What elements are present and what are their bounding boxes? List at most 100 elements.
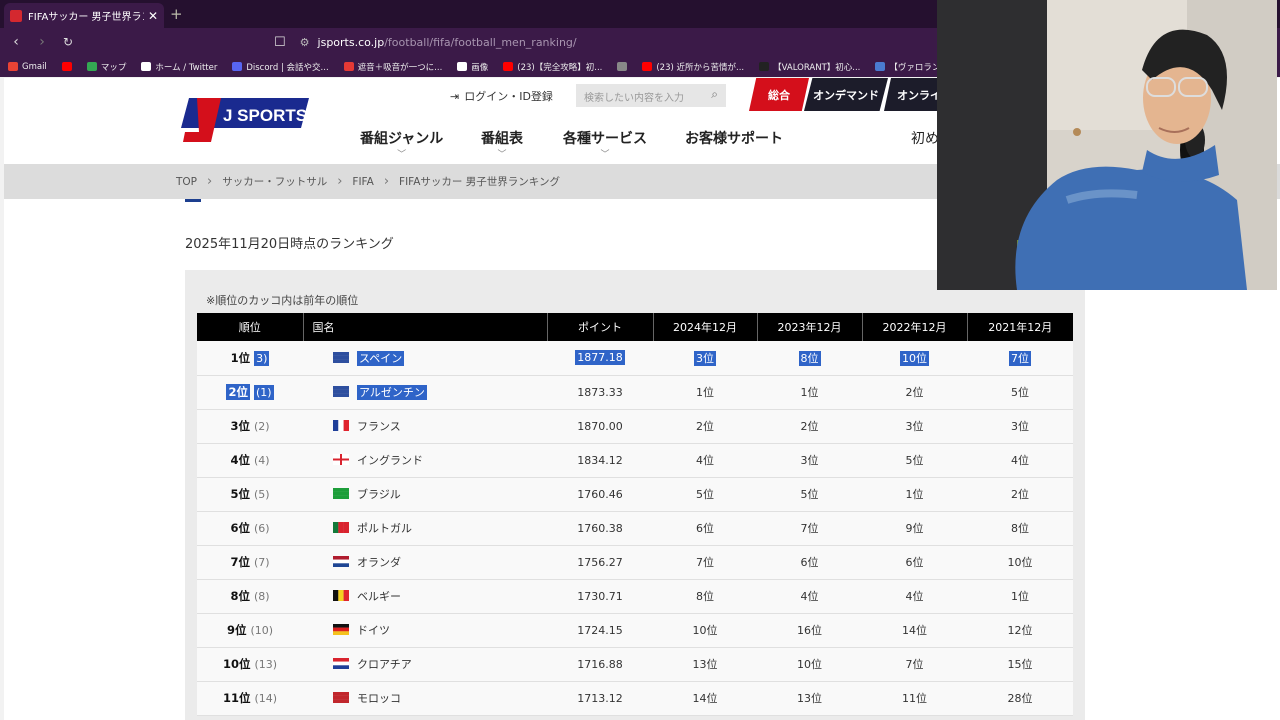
y2022-value: 3位 — [905, 420, 924, 433]
gnav-support[interactable]: お客様サポート — [685, 128, 783, 148]
bookmark-icon[interactable]: ☐ — [274, 35, 286, 50]
country-flag-icon — [333, 590, 349, 601]
rank-cell: 4位 (4) — [197, 443, 303, 477]
bookmark-item[interactable]: 画像 — [457, 61, 488, 73]
country-name[interactable]: ベルギー — [357, 590, 401, 603]
header-2022[interactable]: 2022年12月 — [862, 313, 968, 341]
webcam-overlay — [937, 0, 1277, 290]
table-row: 3位 (2) フランス 1870.00 2位 2位 3位 3位 — [197, 409, 1073, 443]
close-tab-icon[interactable]: ✕ — [148, 9, 158, 23]
ranking-table: 順位 国名 ポイント 2024年12月 2023年12月 2022年12月 20… — [197, 313, 1073, 716]
bookmark-label: (23) 近所から苦情が... — [656, 62, 745, 73]
country-name[interactable]: フランス — [357, 420, 401, 433]
y2024-cell: 13位 — [653, 647, 757, 681]
y2024-value: 8位 — [696, 590, 714, 603]
forward-icon[interactable]: › — [32, 34, 52, 50]
points-value: 1873.33 — [577, 385, 623, 399]
tab-ondemand[interactable]: オンデマンド — [804, 78, 888, 111]
rank-value: 11位 — [222, 691, 251, 705]
gnav-first-label: 初め — [911, 131, 939, 147]
tab-general[interactable]: 総合 — [749, 78, 809, 111]
country-cell: イングランド — [303, 443, 547, 477]
y2023-cell: 7位 — [757, 511, 862, 545]
breadcrumb-fifa[interactable]: FIFA — [352, 176, 373, 188]
site-settings-icon[interactable]: ⚙ — [300, 36, 310, 49]
rank-cell: 8位 (8) — [197, 579, 303, 613]
bookmark-item[interactable]: 【VALORANT】初心... — [759, 61, 860, 73]
country-name[interactable]: オランダ — [357, 556, 401, 569]
bookmark-item[interactable] — [617, 62, 628, 71]
bookmark-label: 画像 — [471, 62, 489, 73]
rank-cell: 2位 (1) — [197, 375, 303, 409]
bookmark-item[interactable]: 遮音＋吸音が一つに... — [343, 61, 442, 73]
country-name[interactable]: ドイツ — [357, 624, 390, 637]
bookmark-item[interactable] — [61, 62, 72, 71]
country-flag-icon — [333, 692, 349, 703]
header-2021[interactable]: 2021年12月 — [967, 313, 1073, 341]
bookmark-item[interactable]: Gmail — [8, 62, 47, 72]
bookmark-item[interactable]: (23)【完全攻略】初... — [503, 61, 602, 73]
country-name[interactable]: モロッコ — [357, 692, 401, 705]
address-bar[interactable]: jsports.co.jp/football/fifa/football_men… — [318, 36, 577, 49]
gnav-first[interactable]: 初め — [911, 128, 939, 148]
y2022-cell: 11位 — [862, 681, 967, 715]
y2023-cell: 5位 — [757, 477, 862, 511]
points-value: 1870.00 — [577, 419, 623, 433]
login-link[interactable]: ⇥ ログイン・ID登録 — [450, 88, 553, 104]
rank-cell: 11位 (14) — [197, 681, 303, 715]
country-flag-icon — [333, 658, 349, 669]
y2023-value: 10位 — [797, 658, 822, 671]
header-country[interactable]: 国名 — [303, 313, 548, 341]
breadcrumb-top[interactable]: TOP — [176, 176, 197, 188]
gnav-support-label: お客様サポート — [685, 131, 783, 147]
points-cell: 1724.15 — [547, 613, 653, 647]
country-flag-icon — [333, 556, 349, 567]
browser-tab[interactable]: FIFAサッカー 男子世界ランキング | J ✕ — [4, 3, 164, 28]
y2022-value: 11位 — [902, 692, 927, 705]
bookmark-favicon-icon — [875, 62, 886, 71]
breadcrumb-soccer[interactable]: サッカー・フットサル — [222, 174, 327, 189]
bookmark-item[interactable]: (23) 近所から苦情が... — [642, 61, 744, 73]
reload-icon[interactable]: ↻ — [58, 35, 78, 49]
country-name[interactable]: クロアチア — [357, 658, 412, 671]
bookmark-item[interactable]: ホーム / Twitter — [141, 61, 217, 73]
y2024-value: 3位 — [694, 350, 716, 366]
header-2023[interactable]: 2023年12月 — [757, 313, 863, 341]
login-icon: ⇥ — [450, 89, 460, 103]
y2023-value: 5位 — [800, 488, 819, 501]
gnav-services[interactable]: 各種サービス ﹀ — [563, 128, 647, 160]
header-2024[interactable]: 2024年12月 — [653, 313, 758, 341]
country-name[interactable]: ブラジル — [357, 488, 401, 501]
header-points[interactable]: ポイント — [547, 313, 654, 341]
table-row: 7位 (7) オランダ 1756.27 7位 6位 6位 10位 — [197, 545, 1073, 579]
country-name[interactable]: アルゼンチン — [357, 385, 427, 400]
country-cell: フランス — [303, 409, 547, 443]
bookmark-item[interactable]: Discord | 会話や交... — [232, 61, 329, 73]
bookmark-item[interactable]: マップ — [86, 61, 126, 73]
y2023-value: 2位 — [800, 420, 819, 433]
y2024-cell: 10位 — [653, 613, 757, 647]
search-icon[interactable]: ⌕ — [711, 87, 718, 102]
chevron-down-icon: ﹀ — [397, 150, 407, 160]
points-cell: 1873.33 — [547, 375, 653, 409]
jsports-logo[interactable]: J SPORTS — [179, 98, 309, 142]
rank-value: 7位 — [230, 555, 250, 569]
y2024-value: 2位 — [696, 420, 714, 433]
logo-text: J SPORTS — [223, 106, 307, 125]
country-name[interactable]: ポルトガル — [357, 522, 412, 535]
chevron-down-icon: ﹀ — [497, 150, 507, 160]
table-row: 9位 (10) ドイツ 1724.15 10位 16位 14位 12位 — [197, 613, 1073, 647]
rank-cell: 9位 (10) — [197, 613, 303, 647]
country-name[interactable]: イングランド — [357, 454, 423, 467]
tab-title: FIFAサッカー 男子世界ランキング | J — [28, 12, 144, 23]
country-cell: ブラジル — [303, 477, 547, 511]
gnav-schedule[interactable]: 番組表 ﹀ — [481, 128, 523, 160]
country-name[interactable]: スペイン — [357, 350, 405, 366]
header-rank[interactable]: 順位 — [197, 313, 304, 341]
rank-cell: 1位 3) — [197, 341, 303, 375]
points-value: 1760.38 — [577, 521, 623, 535]
search-input[interactable]: 検索したい内容を入力 ⌕ — [576, 84, 726, 107]
back-icon[interactable]: ‹ — [6, 34, 26, 50]
new-tab-button[interactable]: + — [170, 5, 183, 23]
gnav-genre[interactable]: 番組ジャンル ﹀ — [360, 128, 443, 160]
